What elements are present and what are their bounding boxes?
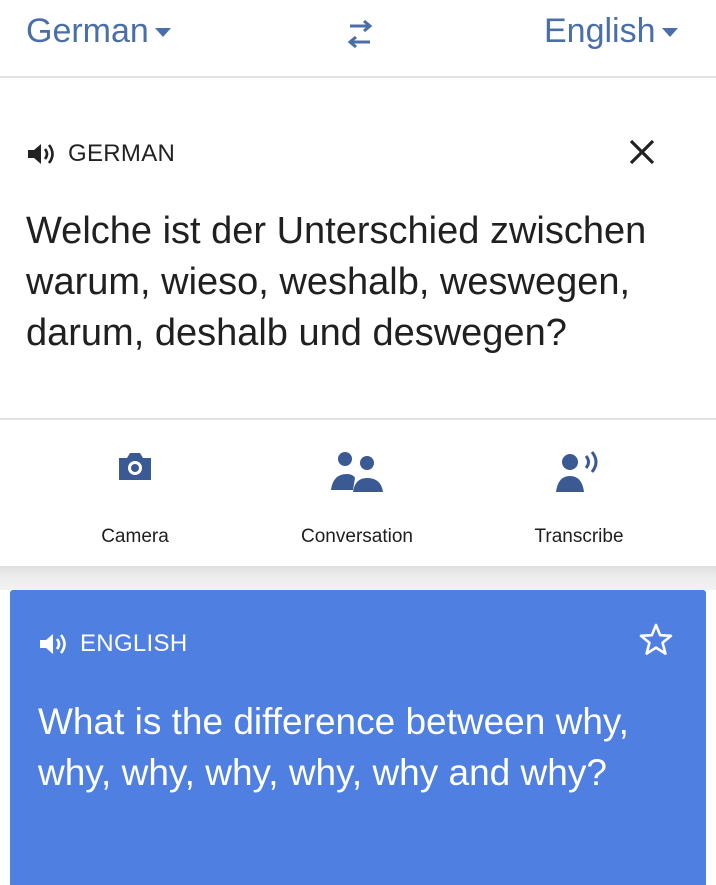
source-text[interactable]: Welche ist der Unterschied zwischen waru…: [26, 206, 706, 359]
conversation-icon: [331, 452, 383, 492]
close-icon[interactable]: [626, 136, 658, 168]
translation-card: ENGLISH What is the difference between w…: [10, 590, 706, 885]
speaker-icon[interactable]: [38, 631, 74, 657]
camera-icon: [119, 453, 151, 480]
transcribe-icon: [556, 451, 598, 492]
source-language-label: German: [26, 12, 149, 50]
swap-arrows-icon[interactable]: [340, 20, 380, 50]
chevron-down-icon: [154, 28, 171, 37]
target-language-label: English: [544, 12, 656, 50]
source-language-header: GERMAN: [26, 140, 175, 168]
source-panel: GERMAN Welche ist der Unterschied zwisch…: [0, 78, 716, 418]
translation-language-header: ENGLISH: [38, 630, 187, 658]
conversation-button[interactable]: Conversation: [267, 420, 447, 568]
section-divider: [0, 566, 716, 590]
star-icon[interactable]: [638, 622, 674, 658]
camera-label: Camera: [101, 526, 169, 547]
conversation-label: Conversation: [301, 526, 413, 547]
transcribe-button[interactable]: Transcribe: [489, 420, 669, 568]
translation-text: What is the difference between why, why,…: [38, 701, 629, 793]
language-bar: German English: [0, 0, 716, 78]
target-language-selector[interactable]: English: [544, 12, 678, 51]
chevron-down-icon: [661, 28, 678, 37]
source-language-selector[interactable]: German: [26, 12, 171, 51]
speaker-icon[interactable]: [26, 141, 62, 167]
source-language-tag: GERMAN: [68, 140, 176, 167]
input-tools-row: Camera Conversation Transcribe: [0, 418, 716, 568]
transcribe-label: Transcribe: [534, 526, 624, 547]
translation-language-tag: ENGLISH: [80, 630, 188, 657]
camera-button[interactable]: Camera: [45, 420, 225, 568]
